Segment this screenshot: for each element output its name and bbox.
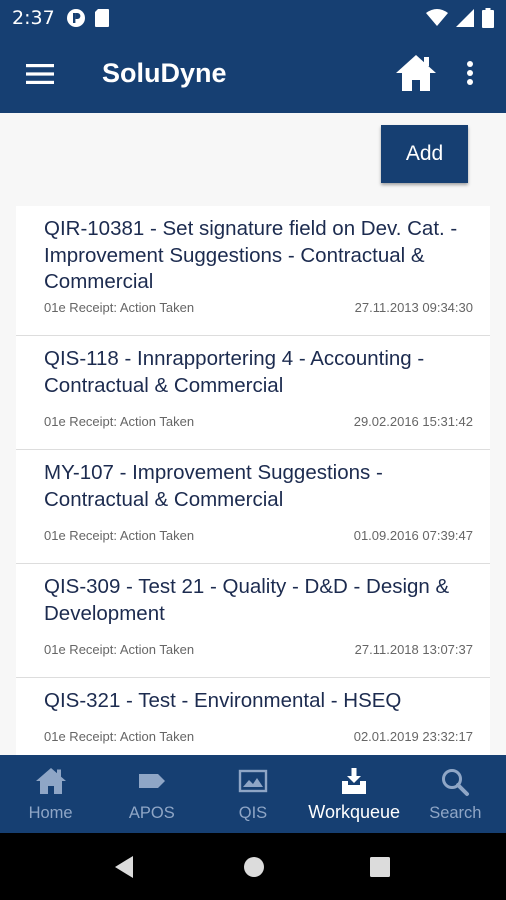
- nav-workqueue[interactable]: Workqueue: [304, 755, 405, 833]
- item-date: 01.09.2016 07:39:47: [353, 528, 473, 543]
- battery-icon: [482, 8, 494, 33]
- status-bar: 2:37: [0, 0, 506, 36]
- menu-icon[interactable]: [26, 62, 54, 86]
- tag-icon: [101, 767, 202, 797]
- search-icon: [405, 767, 506, 797]
- workqueue-content: Add QIR-10381 - Set signature field on D…: [0, 113, 506, 755]
- recents-icon[interactable]: [369, 856, 391, 883]
- item-title: QIR-10381 - Set signature field on Dev. …: [44, 217, 458, 293]
- system-navigation-bar: [0, 833, 506, 900]
- item-date: 02.01.2019 23:32:17: [353, 729, 473, 744]
- workqueue-list: QIR-10381 - Set signature field on Dev. …: [16, 206, 490, 755]
- list-item[interactable]: QIS-321 - Test - Environmental - HSEQ 01…: [16, 678, 490, 755]
- nav-label: Home: [28, 804, 73, 822]
- back-icon[interactable]: [113, 855, 135, 884]
- nav-label: Search: [429, 804, 482, 822]
- notification-app-icon: [66, 8, 86, 33]
- home-button-icon[interactable]: [243, 856, 265, 883]
- item-status: 01e Receipt: Action Taken: [44, 300, 195, 315]
- item-title: QIS-309 - Test 21 - Quality - D&D - Desi…: [44, 575, 450, 625]
- item-status: 01e Receipt: Action Taken: [44, 528, 195, 543]
- image-icon: [202, 767, 303, 797]
- home-icon: [0, 767, 101, 797]
- add-button[interactable]: Add: [381, 125, 468, 183]
- app-bar: SoluDyne: [0, 36, 506, 113]
- item-status: 01e Receipt: Action Taken: [44, 642, 195, 657]
- signal-icon: [456, 9, 474, 32]
- nav-label: Workqueue: [308, 802, 401, 822]
- inbox-download-icon: [304, 767, 405, 797]
- nav-apos[interactable]: APOS: [101, 755, 202, 833]
- item-title: QIS-118 - Innrapportering 4 - Accounting…: [44, 347, 425, 397]
- list-item[interactable]: QIR-10381 - Set signature field on Dev. …: [16, 206, 490, 336]
- item-status: 01e Receipt: Action Taken: [44, 729, 195, 744]
- bottom-navigation: Home APOS QIS Workqueue Search: [0, 755, 506, 833]
- item-date: 27.11.2013 09:34:30: [354, 300, 473, 315]
- list-item[interactable]: MY-107 - Improvement Suggestions - Contr…: [16, 450, 490, 564]
- list-item[interactable]: QIS-309 - Test 21 - Quality - D&D - Desi…: [16, 564, 490, 678]
- home-icon[interactable]: [395, 54, 437, 97]
- nav-home[interactable]: Home: [0, 755, 101, 833]
- item-date: 29.02.2016 15:31:42: [353, 414, 473, 429]
- app-title: SoluDyne: [102, 58, 227, 88]
- nav-label: APOS: [128, 804, 175, 822]
- item-title: QIS-321 - Test - Environmental - HSEQ: [44, 689, 402, 712]
- nav-search[interactable]: Search: [405, 755, 506, 833]
- item-title: MY-107 - Improvement Suggestions - Contr…: [44, 461, 383, 511]
- status-time: 2:37: [12, 7, 55, 29]
- item-date: 27.11.2018 13:07:37: [354, 642, 473, 657]
- sd-card-icon: [94, 8, 110, 33]
- item-status: 01e Receipt: Action Taken: [44, 414, 195, 429]
- more-options-icon[interactable]: [466, 60, 474, 91]
- nav-label: QIS: [238, 804, 268, 822]
- list-item[interactable]: QIS-118 - Innrapportering 4 - Accounting…: [16, 336, 490, 450]
- wifi-icon: [426, 9, 448, 32]
- nav-qis[interactable]: QIS: [202, 755, 303, 833]
